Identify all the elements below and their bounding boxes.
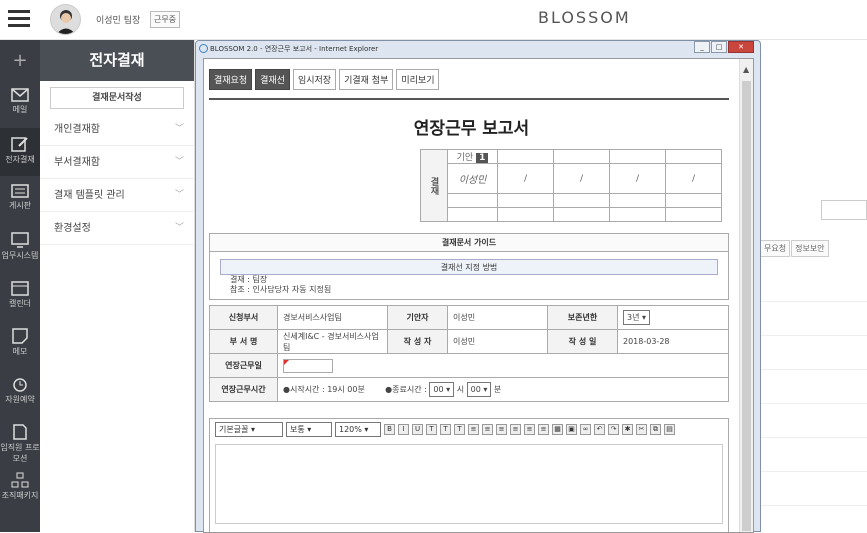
maximize-button[interactable]: □: [711, 41, 727, 53]
tab-request[interactable]: 무요청: [760, 240, 791, 257]
menu-item-dept[interactable]: 부서결재함 ﹀: [40, 146, 194, 179]
text-color-icon[interactable]: T: [440, 424, 451, 435]
ie-icon: [199, 44, 208, 53]
document: 결재요청 결재선 임시저장 기결재 첨부 미리보기 연장근무 보고서 결재 기안…: [209, 59, 734, 532]
link-icon[interactable]: ∞: [580, 424, 591, 435]
approval-menu: 전자결재 결재문서작성 개인결재함 ﹀ 부서결재함 ﹀ 결재 템플릿 관리 ﹀ 환경설…: [40, 40, 195, 532]
attach-button[interactable]: 기결재 첨부: [339, 69, 394, 90]
menu-item-settings[interactable]: 환경설정 ﹀: [40, 212, 194, 245]
menu-title: 전자결재: [40, 40, 194, 81]
align-center-icon[interactable]: ≡: [510, 424, 521, 435]
save-draft-button[interactable]: 임시저장: [292, 69, 337, 90]
user-name: 이성민 팀장: [96, 16, 141, 26]
window-title: BLOSSOM 2.0 - 연장근무 보고서 - Internet Explor…: [210, 45, 379, 53]
rich-text-editor: 기본글꼴 ▾ 보통 ▾ 120% ▾ B I U T T T ≡ ≡ ≡ ≡ ≡…: [209, 418, 729, 532]
popup-window: BLOSSOM 2.0 - 연장근무 보고서 - Internet Explor…: [195, 40, 761, 533]
chevron-down-icon: ﹀: [174, 223, 184, 233]
plus-icon[interactable]: +: [0, 50, 40, 80]
ordered-list-icon[interactable]: ≡: [468, 424, 479, 435]
background-tabs: 무요청 정보보안: [760, 240, 830, 257]
doc-toolbar: 결재요청 결재선 임시저장 기결재 첨부 미리보기: [209, 69, 734, 90]
special-char-icon[interactable]: ✱: [622, 424, 633, 435]
report-form: 신청부서 경보서비스사업팀 기안자 이성민 보존년한 3년 ▾ 부 서 명 신세…: [209, 305, 729, 402]
menu-item-template[interactable]: 결재 템플릿 관리 ﹀: [40, 179, 194, 212]
bg-color-icon[interactable]: T: [454, 424, 465, 435]
user-status-badge[interactable]: 근무중: [150, 11, 181, 28]
editor-area[interactable]: [215, 444, 723, 524]
board-icon: [11, 184, 29, 198]
approval-label: 결재: [420, 149, 448, 222]
align-left-icon[interactable]: ≡: [496, 424, 507, 435]
org-icon: [11, 472, 29, 488]
ot-date-input[interactable]: [283, 358, 333, 373]
document-icon: [13, 424, 27, 440]
bold-icon[interactable]: B: [384, 424, 395, 435]
bullet-list-icon[interactable]: ≡: [482, 424, 493, 435]
image-icon[interactable]: ▣: [566, 424, 577, 435]
copy-icon[interactable]: ⧉: [650, 424, 661, 435]
rail-item-memo[interactable]: 메모: [0, 320, 40, 368]
preview-button[interactable]: 미리보기: [396, 69, 440, 90]
redo-icon[interactable]: ↷: [608, 424, 619, 435]
calendar-icon: [11, 281, 29, 296]
doc-title: 연장근무 보고서: [413, 119, 530, 139]
italic-icon[interactable]: I: [398, 424, 409, 435]
hamburger-menu-icon[interactable]: [8, 10, 30, 28]
retention-select[interactable]: 3년 ▾: [623, 310, 651, 325]
mail-icon: [11, 88, 29, 102]
paste-icon[interactable]: ▤: [664, 424, 675, 435]
divider: [209, 98, 729, 100]
cut-icon[interactable]: ✂: [636, 424, 647, 435]
chevron-down-icon: ﹀: [174, 157, 184, 167]
scrollbar[interactable]: ▲: [739, 59, 753, 532]
alarm-icon: [13, 378, 27, 392]
table-icon[interactable]: ▦: [552, 424, 563, 435]
style-select[interactable]: 보통 ▾: [286, 422, 332, 437]
rail-item-approval[interactable]: 전자결재: [0, 128, 40, 176]
avatar[interactable]: [50, 4, 81, 35]
rail-item-mail[interactable]: 메일: [0, 80, 40, 128]
rail-item-reservation[interactable]: 자원예약: [0, 368, 40, 416]
editor-toolbar: 기본글꼴 ▾ 보통 ▾ 120% ▾ B I U T T T ≡ ≡ ≡ ≡ ≡…: [210, 419, 710, 440]
background-search-input[interactable]: [821, 200, 867, 220]
justify-icon[interactable]: ≡: [538, 424, 549, 435]
rail-item-calendar[interactable]: 캘린더: [0, 272, 40, 320]
undo-icon[interactable]: ↶: [594, 424, 605, 435]
rail-item-board[interactable]: 게시판: [0, 176, 40, 224]
tab-security[interactable]: 정보보안: [791, 240, 829, 257]
signer: 이성민: [447, 163, 498, 194]
rail-item-work[interactable]: 업무시스템: [0, 224, 40, 272]
rail-item-promotion[interactable]: 임직원 프로모션: [0, 416, 40, 464]
end-minute-select[interactable]: 00 ▾: [466, 382, 492, 397]
end-hour-select[interactable]: 00 ▾: [429, 382, 455, 397]
approval-table: 결재 기안 1 이성민 / / / /: [420, 149, 722, 222]
background-list: [760, 268, 867, 506]
doc-guide: 결재문서 가이드 결재선 지정 방법 결재 : 팀장 참조 : 인사담당자 자동…: [209, 233, 729, 300]
top-bar: 이성민 팀장 근무중 BLOSSOM: [0, 0, 867, 40]
chevron-down-icon: ﹀: [174, 124, 184, 134]
brand-logo: BLOSSOM: [538, 8, 631, 27]
font-select[interactable]: 기본글꼴 ▾: [215, 422, 283, 437]
underline-icon[interactable]: U: [412, 424, 423, 435]
window-titlebar: BLOSSOM 2.0 - 연장근무 보고서 - Internet Explor…: [196, 41, 760, 58]
window-content: ▲ 결재요청 결재선 임시저장 기결재 첨부 미리보기 연장근무 보고서 결재 …: [203, 58, 754, 533]
align-right-icon[interactable]: ≡: [524, 424, 535, 435]
new-document-button[interactable]: 결재문서작성: [50, 87, 184, 109]
minimize-button[interactable]: _: [694, 41, 710, 53]
icon-rail: + 메일 전자결재 게시판 업무시스템 캘린더 메모 자원예약 임직원 프로모션…: [0, 40, 40, 532]
edit-icon: [11, 137, 28, 152]
size-select[interactable]: 120% ▾: [335, 422, 381, 437]
strike-icon[interactable]: T: [426, 424, 437, 435]
rail-item-org[interactable]: 조직패키지: [0, 464, 40, 512]
monitor-icon: [11, 232, 29, 248]
scroll-up-icon[interactable]: ▲: [743, 65, 749, 74]
menu-item-personal[interactable]: 개인결재함 ﹀: [40, 113, 194, 146]
chevron-down-icon: ﹀: [174, 190, 184, 200]
approval-line-button[interactable]: 결재선: [255, 69, 290, 90]
scroll-thumb[interactable]: [742, 81, 751, 531]
memo-icon: [12, 328, 28, 344]
request-approval-button[interactable]: 결재요청: [209, 69, 253, 90]
close-button[interactable]: ✕: [728, 41, 754, 53]
